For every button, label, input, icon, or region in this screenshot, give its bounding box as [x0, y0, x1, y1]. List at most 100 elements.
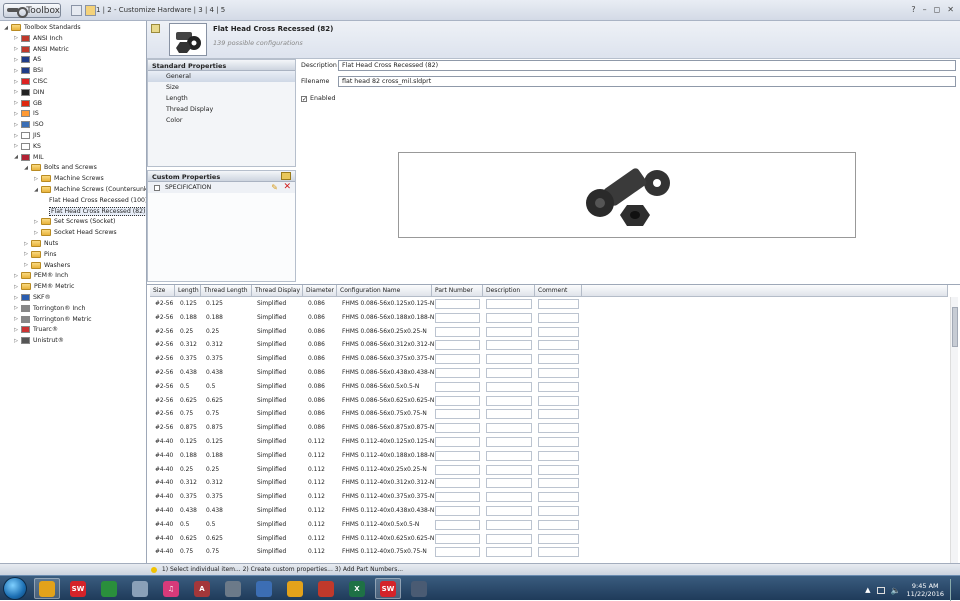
part-number-input[interactable] [435, 299, 480, 309]
toolbox-app[interactable] [406, 578, 432, 599]
prop-color[interactable]: Color [148, 115, 295, 126]
part-number-input[interactable] [435, 519, 480, 530]
tree-node[interactable]: ◢ Toolbox Standards [3, 22, 81, 33]
table-row[interactable]: #2-56 0.625 0.625 Simplified 0.086 FHMS 0.086… [147, 394, 947, 408]
breadcrumb[interactable]: 1 | 2 - Customize Hardware | 3 | 4 | 5 [96, 6, 225, 14]
comment-input[interactable] [538, 478, 579, 489]
tree-node[interactable]: ▷ ANSI Metric [13, 44, 69, 55]
comment-input[interactable] [538, 437, 579, 447]
prop-thread-display[interactable]: Thread Display [148, 104, 295, 115]
tree-node[interactable]: ▷ Washers [23, 260, 70, 271]
chrome-app[interactable] [96, 578, 122, 599]
table-row[interactable]: #4-40 0.5 0.5 Simplified 0.112 FHMS 0.112-40x… [147, 518, 947, 532]
start-button[interactable] [3, 577, 27, 600]
comment-input[interactable] [538, 450, 579, 461]
tree-node[interactable]: Flat Head Cross Recessed (82) [43, 206, 146, 217]
table-row[interactable]: #4-40 0.312 0.312 Simplified 0.112 FHMS 0.112… [147, 476, 947, 490]
solidworks-app-2[interactable]: SW [375, 578, 401, 599]
tree-node[interactable]: ▷ GB [13, 98, 42, 109]
minimize-icon[interactable]: – [923, 5, 927, 14]
part-number-input[interactable] [435, 381, 480, 392]
expand-arrow-icon[interactable]: ▷ [13, 122, 19, 128]
comment-input[interactable] [538, 547, 579, 558]
tree-node[interactable]: Flat Head Cross Recessed (100) [43, 195, 146, 206]
description-input[interactable] [486, 299, 532, 309]
clock[interactable]: 9:45 AM 11/22/2016 [907, 582, 944, 598]
expand-arrow-icon[interactable]: ▷ [13, 89, 19, 95]
table-row[interactable]: #2-56 0.375 0.375 Simplified 0.086 FHMS 0.086… [147, 352, 947, 366]
tree-node[interactable]: ▷ BSI [13, 65, 43, 76]
tree-node[interactable]: ▷ SKF® [13, 292, 51, 303]
table-row[interactable]: #4-40 0.125 0.125 Simplified 0.112 FHMS 0.112… [147, 435, 947, 449]
tree-node[interactable]: ◢ Bolts and Screws [23, 162, 97, 173]
expand-arrow-icon[interactable]: ▷ [23, 241, 29, 247]
property-checkbox[interactable] [154, 184, 160, 191]
prop-size[interactable]: Size [148, 82, 295, 93]
tree-node[interactable]: ◢ Machine Screws (Countersunk) [33, 184, 146, 195]
expand-arrow-icon[interactable]: ▷ [33, 230, 39, 236]
description-input[interactable] [486, 547, 532, 558]
add-property-icon[interactable] [281, 172, 291, 180]
table-row[interactable]: #2-56 0.875 0.875 Simplified 0.086 FHMS 0.086… [147, 421, 947, 435]
prop-length[interactable]: Length [148, 93, 295, 104]
description-input[interactable] [486, 354, 532, 365]
home-icon[interactable] [85, 5, 96, 16]
save-icon[interactable] [71, 5, 82, 16]
edit-icon[interactable]: ✎ [271, 183, 278, 192]
tree-node[interactable]: ◢ MIL [13, 152, 44, 163]
description-input[interactable] [486, 492, 532, 503]
comment-input[interactable] [538, 340, 579, 351]
part-number-input[interactable] [435, 506, 480, 516]
expand-arrow-icon[interactable]: ▷ [23, 262, 29, 268]
part-number-input[interactable] [435, 368, 480, 378]
part-number-input[interactable] [435, 326, 480, 337]
expand-arrow-icon[interactable]: ▷ [13, 46, 19, 52]
description-input[interactable] [486, 423, 532, 434]
table-row[interactable]: #4-40 0.625 0.625 Simplified 0.112 FHMS 0.112… [147, 532, 947, 546]
part-number-input[interactable] [435, 395, 480, 406]
part-number-input[interactable] [435, 354, 480, 365]
help-icon[interactable]: ? [911, 5, 915, 14]
part-number-input[interactable] [435, 450, 480, 461]
edit-part-icon[interactable] [151, 24, 160, 33]
explorer-folder-app[interactable] [34, 578, 60, 599]
expand-arrow-icon[interactable]: ▷ [33, 219, 39, 225]
description-input[interactable] [486, 506, 532, 516]
column-header[interactable]: Thread Display [252, 285, 303, 297]
expand-arrow-icon[interactable]: ▷ [13, 316, 19, 322]
part-number-input[interactable] [435, 312, 480, 323]
expand-arrow-icon[interactable]: ◢ [33, 187, 39, 193]
calculator-app[interactable] [127, 578, 153, 599]
description-input[interactable] [486, 368, 532, 378]
tree-node[interactable]: ▷ ISO [13, 119, 44, 130]
table-row[interactable]: #4-40 0.375 0.375 Simplified 0.112 FHMS 0.112… [147, 490, 947, 504]
expand-arrow-icon[interactable]: ▷ [13, 111, 19, 117]
expand-arrow-icon[interactable]: ▷ [13, 295, 19, 301]
tree-node[interactable]: ▷ CISC [13, 76, 47, 87]
table-row[interactable]: #2-56 0.188 0.188 Simplified 0.086 FHMS 0.086… [147, 311, 947, 325]
part-number-input[interactable] [435, 533, 480, 544]
comment-input[interactable] [538, 506, 579, 516]
tree-node[interactable]: ▷ ANSI Inch [13, 33, 63, 44]
expand-arrow-icon[interactable]: ▷ [13, 338, 19, 344]
comment-input[interactable] [538, 368, 579, 378]
toolbox-menu-button[interactable]: Toolbox [3, 3, 61, 18]
part-number-input[interactable] [435, 409, 480, 420]
comment-input[interactable] [538, 519, 579, 530]
prop-general[interactable]: General [148, 71, 295, 82]
column-header[interactable]: Length [175, 285, 201, 297]
column-header[interactable]: Diameter [303, 285, 337, 297]
delete-icon[interactable]: ✕ [283, 182, 291, 192]
expand-arrow-icon[interactable]: ◢ [3, 25, 9, 31]
tree-node[interactable]: ▷ IS [13, 108, 39, 119]
description-input[interactable] [486, 326, 532, 337]
expand-arrow-icon[interactable]: ▷ [13, 100, 19, 106]
part-number-input[interactable] [435, 464, 480, 475]
part-number-input[interactable] [435, 340, 480, 351]
tree-node[interactable]: ▷ Nuts [23, 238, 58, 249]
custom-property-row[interactable]: SPECIFICATION ✎ ✕ [148, 182, 295, 193]
column-header[interactable]: Size [150, 285, 175, 297]
network-icon[interactable] [876, 586, 885, 594]
volume-icon[interactable]: 🔈 [891, 586, 901, 595]
show-desktop-button[interactable] [950, 579, 956, 601]
